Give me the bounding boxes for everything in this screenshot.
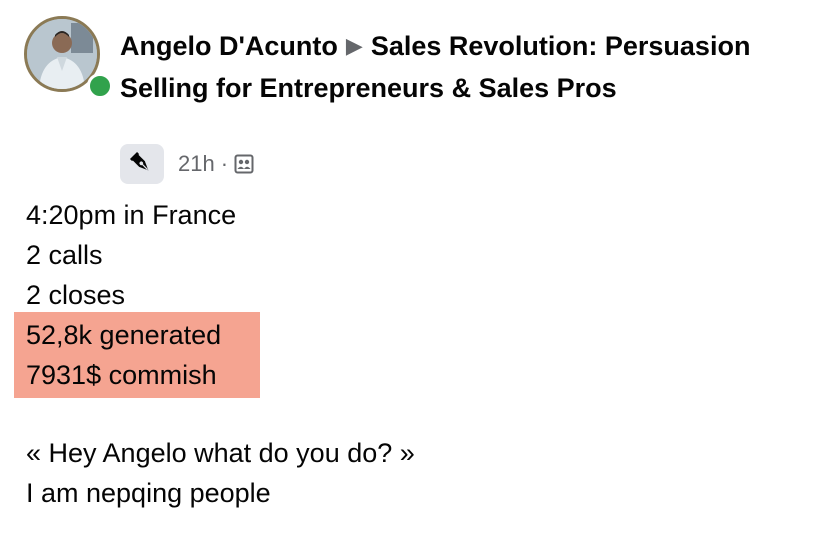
body-line: « Hey Angelo what do you do? »	[26, 438, 415, 468]
avatar-photo-icon	[27, 19, 97, 89]
post-meta: 21h ·	[120, 144, 254, 184]
body-line: 4:20pm in France	[26, 200, 237, 230]
post-body: 4:20pm in France 2 calls 2 closes 52,8k …	[26, 195, 236, 395]
author-name-link[interactable]: Angelo D'Acunto	[120, 31, 338, 61]
meta-separator: ·	[220, 151, 229, 176]
avatar-wrapper[interactable]	[24, 16, 113, 99]
post-body-quote: « Hey Angelo what do you do? » I am nepq…	[26, 433, 415, 513]
post-header: Angelo D'Acunto ▶ Sales Revolution: Persua…	[120, 26, 780, 109]
body-line: 2 calls	[26, 240, 103, 270]
body-line: 2 closes	[26, 280, 126, 310]
triangle-right-icon: ▶	[345, 33, 363, 58]
pen-nib-badge[interactable]	[120, 144, 164, 184]
body-line: I am nepqing people	[26, 478, 271, 508]
group-audience-icon	[234, 154, 254, 174]
body-line-highlighted: 7931$ commish	[26, 360, 217, 390]
online-status-dot	[87, 73, 113, 99]
body-line-highlighted: 52,8k generated	[26, 320, 222, 350]
pen-nib-icon	[129, 151, 149, 171]
post-timestamp[interactable]: 21h	[178, 151, 215, 177]
post-card: Angelo D'Acunto ▶ Sales Revolution: Persua…	[0, 0, 828, 541]
